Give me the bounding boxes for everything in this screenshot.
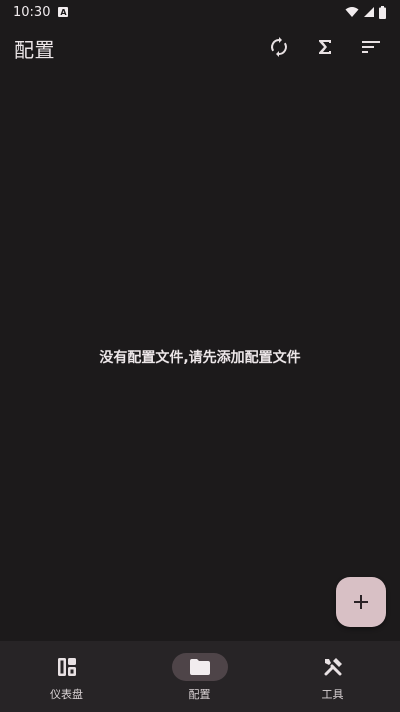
sync-button[interactable]: [267, 35, 291, 59]
signal-icon: [364, 7, 374, 17]
bottom-navigation: 仪表盘 配置 工具: [0, 641, 400, 712]
nav-item-dashboard[interactable]: 仪表盘: [0, 641, 133, 712]
nav-label-dashboard: 仪表盘: [50, 688, 83, 701]
empty-state-message: 没有配置文件,请先添加配置文件: [99, 350, 301, 366]
status-bar: 10:30 A: [0, 0, 400, 24]
nav-label-tools: 工具: [321, 688, 344, 701]
add-profile-button[interactable]: [336, 577, 386, 627]
sort-button[interactable]: [359, 35, 383, 59]
notification-badge-icon: A: [58, 7, 69, 17]
wifi-icon: [345, 7, 359, 17]
sync-icon: [271, 37, 287, 57]
dashboard-icon: [57, 658, 76, 676]
status-icons: [345, 5, 386, 19]
status-left: 10:30 A: [13, 4, 69, 20]
sort-icon: [362, 41, 380, 53]
nav-icon-container: [171, 653, 228, 681]
battery-icon: [379, 5, 386, 19]
sigma-icon: [319, 40, 331, 54]
folder-icon: [189, 659, 210, 675]
status-time: 10:30: [13, 4, 51, 20]
screen: 10:30 A 配置 没有配置文件,请先添加配置文件 仪表盘 配置 工具: [0, 0, 400, 712]
nav-icon-container: [305, 653, 361, 681]
nav-item-tools[interactable]: 工具: [266, 641, 399, 712]
tools-icon: [324, 658, 342, 676]
nav-icon-container: [39, 653, 95, 681]
nav-item-profiles[interactable]: 配置: [133, 641, 266, 712]
page-title: 配置: [14, 38, 55, 62]
top-app-bar: 配置: [0, 24, 400, 70]
plus-icon: [354, 595, 368, 609]
statistics-button[interactable]: [313, 35, 337, 59]
nav-label-profiles: 配置: [188, 688, 211, 701]
